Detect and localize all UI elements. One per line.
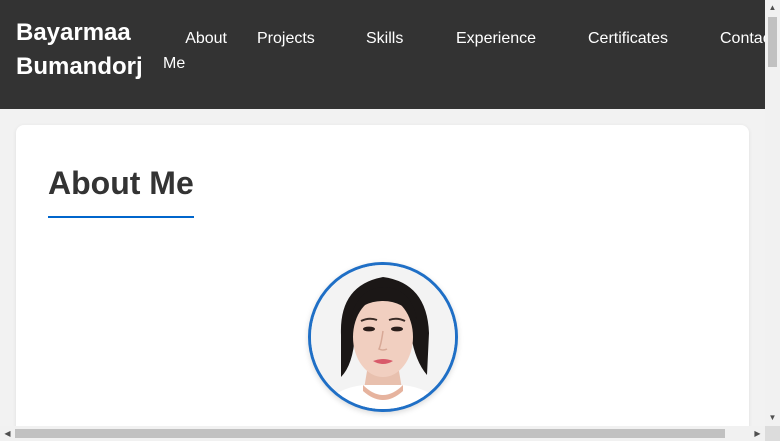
profile-portrait-graphic: [311, 265, 455, 409]
nav-link-skills[interactable]: Skills: [366, 26, 403, 51]
nav-link-projects[interactable]: Projects: [257, 26, 315, 51]
horizontal-scrollbar[interactable]: ◀ ▶: [0, 426, 765, 441]
right-arrow-icon[interactable]: ▶: [750, 429, 765, 439]
nav-link-about-line1: About: [185, 30, 227, 47]
nav-link-experience[interactable]: Experience: [456, 26, 536, 51]
horizontal-scroll-thumb[interactable]: [15, 429, 725, 438]
about-section: About Me: [16, 125, 749, 426]
down-arrow-icon[interactable]: ▼: [765, 413, 780, 423]
vertical-scroll-thumb[interactable]: [768, 17, 777, 67]
left-arrow-icon[interactable]: ◀: [0, 429, 15, 439]
vertical-scrollbar[interactable]: ▲ ▼: [765, 0, 780, 426]
nav-link-about[interactable]: About Me: [163, 26, 227, 76]
up-arrow-icon[interactable]: ▲: [765, 3, 780, 13]
nav-link-contact[interactable]: Contac: [720, 26, 765, 51]
page-viewport: Bayarmaa Bumandorj About Me Projects Ski…: [0, 0, 765, 426]
site-header: Bayarmaa Bumandorj About Me Projects Ski…: [0, 0, 765, 109]
scrollbar-corner: [765, 426, 780, 441]
nav-link-about-line2: Me: [163, 55, 186, 72]
main-nav: About Me Projects Skills Experience Cert…: [0, 0, 765, 109]
nav-link-certificates[interactable]: Certificates: [588, 26, 668, 51]
title-underline: [48, 216, 194, 218]
profile-photo: [308, 262, 458, 412]
about-title: About Me: [48, 165, 194, 201]
